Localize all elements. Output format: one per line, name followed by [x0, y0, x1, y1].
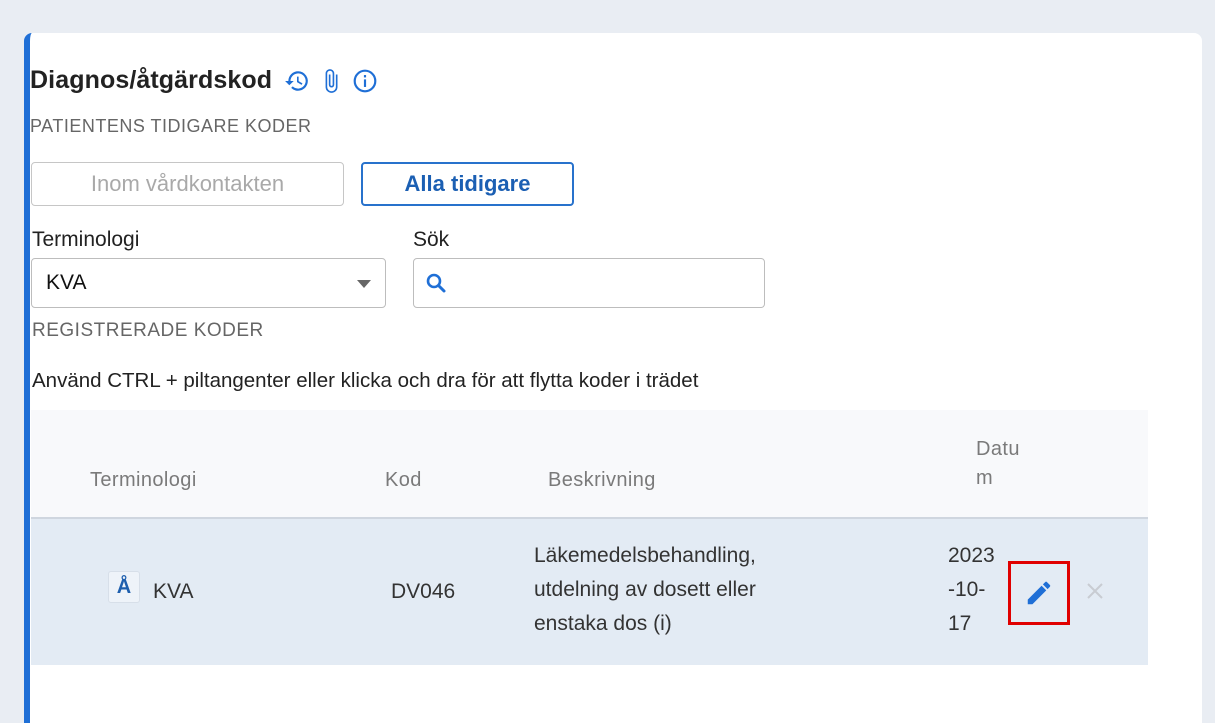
section-title-previous-codes: PATIENTENS TIDIGARE KODER [30, 116, 312, 136]
row-datum-line1: 2023 [948, 544, 995, 567]
remove-button[interactable] [1081, 577, 1109, 605]
alla-tidigare-button[interactable]: Alla tidigare [361, 162, 574, 206]
row-beskrivning: Läkemedelsbehandling, utdelning av doset… [534, 539, 756, 641]
column-header-datum[interactable]: Datu m [976, 438, 1020, 489]
row-beskrivning-line1: Läkemedelsbehandling, [534, 544, 756, 567]
panel-title: Diagnos/åtgärdskod [30, 66, 273, 94]
table-row[interactable]: Å KVA DV046 Läkemedelsbehandling, utdeln… [31, 519, 1148, 665]
column-header-beskrivning[interactable]: Beskrivning [548, 469, 656, 492]
column-header-terminologi[interactable]: Terminologi [90, 469, 197, 492]
codes-table: Terminologi Kod Beskrivning Datu m Å KVA… [31, 410, 1148, 665]
edit-button[interactable] [1008, 561, 1070, 625]
panel-header: Diagnos/åtgärdskod [30, 66, 378, 95]
kva-terminology-icon: Å [108, 571, 140, 603]
paperclip-icon[interactable] [318, 68, 344, 94]
pencil-icon [1027, 581, 1051, 605]
section-title-registered-codes: REGISTRERADE KODER [32, 320, 264, 341]
table-header: Terminologi Kod Beskrivning Datu m [31, 410, 1148, 519]
close-icon [1087, 583, 1103, 599]
chevron-down-icon [357, 280, 371, 288]
column-header-kod[interactable]: Kod [385, 469, 422, 492]
search-input[interactable] [413, 258, 765, 308]
row-beskrivning-line2: utdelning av dosett eller [534, 578, 756, 601]
search-icon [424, 271, 448, 300]
terminologi-select[interactable]: KVA [31, 258, 386, 308]
row-beskrivning-line3: enstaka dos (i) [534, 612, 672, 635]
terminologi-label: Terminologi [32, 228, 140, 251]
terminologi-select-value: KVA [46, 271, 87, 294]
reorder-hint: Använd CTRL + piltangenter eller klicka … [32, 369, 699, 392]
row-terminologi: KVA [153, 580, 194, 603]
sok-label: Sök [413, 228, 450, 251]
column-header-datum-line2: m [976, 467, 994, 489]
row-datum: 2023 -10- 17 [948, 539, 995, 641]
row-datum-line2: -10- [948, 578, 986, 601]
row-kod: DV046 [391, 580, 456, 603]
column-header-datum-line1: Datu [976, 438, 1020, 460]
info-icon[interactable] [352, 68, 378, 94]
row-datum-line3: 17 [948, 612, 972, 635]
history-icon[interactable] [284, 68, 310, 94]
inom-vardkontakten-button[interactable]: Inom vårdkontakten [31, 162, 344, 206]
